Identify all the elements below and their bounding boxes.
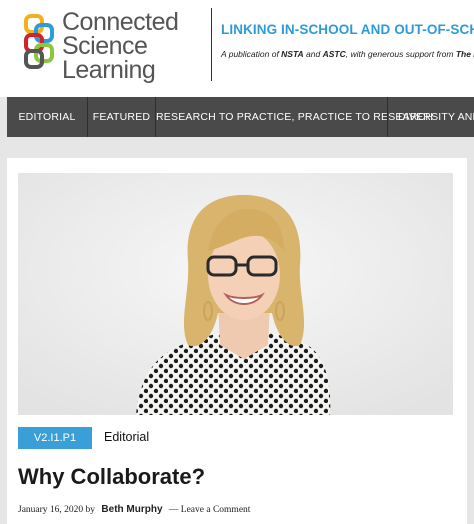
article-meta: January 16, 2020 by Beth Murphy — Leave …: [18, 504, 250, 515]
portrait-photo: [18, 173, 453, 415]
site-header: Connected Science Learning LINKING IN-SC…: [0, 0, 474, 97]
meta-dash: —: [168, 505, 179, 515]
main-nav: EDITORIAL FEATURED RESEARCH TO PRACTICE,…: [7, 97, 474, 137]
pub-prefix: A publication of: [221, 49, 282, 59]
featured-image[interactable]: [18, 173, 453, 415]
header-divider: [211, 8, 212, 81]
site-logo[interactable]: Connected Science Learning: [22, 10, 197, 86]
nav-item-diversity[interactable]: DIVERSITY AND EQ: [388, 97, 474, 137]
logo-line-3: Learning: [62, 56, 156, 84]
pub-and: and: [303, 49, 323, 59]
nav-item-featured[interactable]: FEATURED: [88, 97, 155, 137]
nav-item-research-to-practice[interactable]: RESEARCH TO PRACTICE, PRACTICE TO RESEAR…: [156, 97, 433, 137]
leave-comment-link[interactable]: Leave a Comment: [181, 505, 251, 515]
logo-line-2: Science: [62, 32, 148, 60]
pub-org-astc: ASTC: [322, 49, 346, 59]
author-link[interactable]: Beth Murphy: [101, 504, 162, 515]
byline-by: by: [85, 505, 96, 515]
article-title[interactable]: Why Collaborate?: [18, 464, 205, 490]
nav-item-editorial[interactable]: EDITORIAL: [7, 97, 87, 137]
logo-line-1: Connected: [62, 8, 179, 36]
issue-badge[interactable]: V2.I1.P1: [18, 427, 92, 449]
logo-wordmark: Connected Science Learning: [62, 8, 179, 84]
pub-mid: , with generous support from: [345, 49, 456, 59]
article-card: V2.I1.P1 Editorial Why Collaborate? Janu…: [7, 158, 467, 524]
pub-org-kavli: The Kavl: [455, 49, 474, 59]
logo-rings-icon: [24, 14, 54, 69]
pub-org-nsta: NSTA: [281, 49, 304, 59]
nav-left-gap: [0, 97, 7, 137]
article-category[interactable]: Editorial: [104, 430, 149, 444]
article-date: January 16, 2020: [18, 505, 84, 515]
site-tagline: LINKING IN-SCHOOL AND OUT-OF-SCHOOL ST: [221, 22, 474, 37]
publisher-line: A publication of NSTA and ASTC, with gen…: [221, 49, 474, 59]
